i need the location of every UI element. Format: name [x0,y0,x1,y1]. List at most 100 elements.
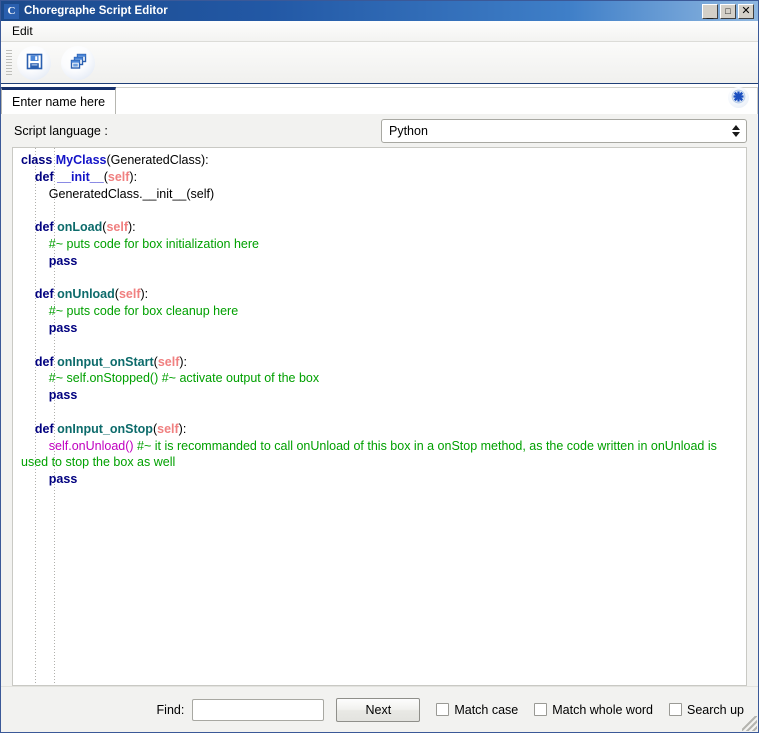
find-next-button[interactable]: Next [336,697,421,722]
script-language-value: Python [389,123,428,138]
match-whole-word-checkbox[interactable]: Match whole word [534,703,653,717]
code-token: pass [48,388,78,403]
search-up-label: Search up [687,702,744,717]
find-bar: Find: Next Match case Match whole word S… [1,686,758,732]
close-icon: ✕ [741,4,751,17]
minimize-button[interactable]: _ [702,3,718,20]
script-language-label: Script language : [14,123,108,138]
code-line: GeneratedClass.__init__(self) [21,186,740,203]
resize-grip-icon[interactable] [742,716,757,731]
window-controls: _ □ ✕ [702,3,756,20]
code-line: def onUnload(self): [21,286,740,303]
code-token: def [34,287,58,302]
script-language-row: Script language : Python [1,114,758,147]
code-token: GeneratedClass.__init__(self) [21,186,215,201]
search-up-box-icon [669,703,683,716]
tab-bar: Enter name here [1,84,758,114]
code-line: pass [21,471,740,488]
code-token: (GeneratedClass): [106,153,209,167]
duplicate-window-button[interactable] [61,45,95,80]
tab-strip: Enter name here [1,84,758,114]
code-line: pass [21,387,740,404]
code-line: def onInput_onStop(self): [21,421,740,438]
tab-enter-name-here[interactable]: Enter name here [1,87,117,114]
code-content[interactable]: class MyClass(GeneratedClass): def __ini… [13,148,746,492]
match-case-label: Match case [454,702,519,717]
match-whole-word-box-icon [534,703,548,716]
window-title: Choregraphe Script Editor [24,5,168,17]
code-line: def onLoad(self): [21,219,740,236]
tab-label: Enter name here [12,95,106,109]
code-token: onInput_onStart [57,354,154,369]
code-token: ): [179,354,188,369]
minimize-icon: _ [706,5,714,20]
code-line: def onInput_onStart(self): [21,354,740,371]
code-token: pass [48,472,78,487]
code-token: pass [48,253,78,268]
save-icon [25,52,44,74]
code-token: MyClass [55,153,107,167]
code-token: self [157,421,179,436]
stacked-windows-icon [69,52,88,74]
app-icon: C [4,3,19,19]
code-token: self [107,169,130,184]
toolbar [1,42,758,84]
code-token: def [34,354,58,369]
code-token: self [157,354,180,369]
code-token: self [118,287,141,302]
title-bar: C Choregraphe Script Editor _ □ ✕ [1,1,758,21]
code-line: #~ self.onStopped() #~ activate output o… [21,370,740,387]
maximize-button[interactable]: □ [720,3,736,19]
code-editor[interactable]: class MyClass(GeneratedClass): def __ini… [12,147,747,686]
code-token: ): [178,421,187,436]
find-input[interactable] [192,698,325,721]
close-tab-icon [731,89,746,107]
code-token: #~ puts code for box cleanup here [48,304,239,319]
code-token: ): [128,220,136,235]
script-editor-window: C Choregraphe Script Editor _ □ ✕ Edit E… [0,0,759,733]
menu-item-edit[interactable]: Edit [10,22,39,40]
close-button[interactable]: ✕ [738,3,754,19]
search-up-checkbox[interactable]: Search up [669,703,744,717]
code-line: class MyClass(GeneratedClass): [21,152,740,169]
code-token: pass [48,320,78,335]
code-line: pass [21,320,740,337]
match-case-checkbox[interactable]: Match case [436,703,518,717]
code-token: onLoad [57,220,103,235]
code-token: #~ puts code for box initialization here [48,236,259,251]
code-token: def [34,220,58,235]
code-token: ): [129,169,138,184]
menu-bar: Edit [1,21,758,42]
code-line: pass [21,253,740,270]
code-token: def [34,169,58,184]
find-label: Find: [156,702,185,717]
maximize-icon: □ [725,5,731,16]
script-language-select[interactable]: Python [381,118,747,143]
save-script-button[interactable] [17,45,51,80]
close-tab-button[interactable] [728,87,749,108]
code-token: ): [140,287,149,302]
code-line: def __init__(self): [21,169,740,186]
code-token: class [21,153,56,167]
spinner-arrows-icon [730,124,742,137]
code-line: self.onUnload() #~ it is recommanded to … [21,438,740,472]
code-token: self.onUnload() [48,438,134,453]
code-token: onInput_onStop [57,421,153,436]
code-line: #~ puts code for box cleanup here [21,303,740,320]
toolbar-drag-handle[interactable] [6,49,13,76]
